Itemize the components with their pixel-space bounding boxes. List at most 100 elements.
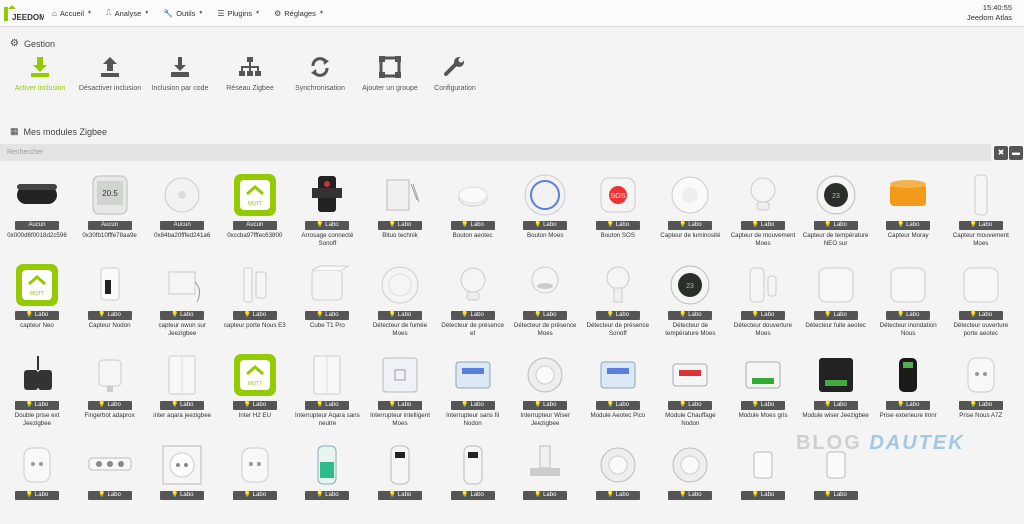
- module-card[interactable]: 💡 Labo: [220, 438, 290, 524]
- module-card[interactable]: 💡 Labo Détecteur fuite aeotec: [801, 258, 871, 344]
- module-image: [377, 442, 423, 488]
- module-card[interactable]: 💡 Labo Capteur mouvement Moes: [946, 168, 1016, 254]
- nav-item-accueil[interactable]: ⌂ Accueil ▼: [52, 9, 92, 18]
- module-image: [304, 352, 350, 398]
- tile-r-seau-zigbee[interactable]: Réseau Zigbee: [210, 56, 290, 93]
- lightbulb-icon: 💡: [751, 402, 761, 408]
- lightbulb-icon: 💡: [679, 312, 689, 318]
- tile-synchronisation[interactable]: Synchronisation: [280, 56, 360, 93]
- module-card[interactable]: 💡 Labo Interrupteur Wiser Jeezigbee: [510, 348, 580, 434]
- module-card[interactable]: 💡 Labo: [438, 438, 508, 524]
- module-object-badge: 💡 Labo: [886, 401, 931, 410]
- module-card[interactable]: 💡 Labo Détecteur inondation Nous: [873, 258, 943, 344]
- module-card[interactable]: Aucun 0x000d6f0018d2c596: [2, 168, 72, 254]
- module-card[interactable]: 💡 Labo Interrupteur Aqara sans neutre: [292, 348, 362, 434]
- system-name[interactable]: Jeedom Atlas: [967, 13, 1012, 23]
- lightbulb-icon: 💡: [969, 402, 979, 408]
- clear-search-button[interactable]: ✖: [994, 146, 1008, 160]
- module-card[interactable]: 💡 Labo Détecteur ouverture porte aeotec: [946, 258, 1016, 344]
- module-card[interactable]: 💡 Labo Interrupteur sans fil Nodon: [438, 348, 508, 434]
- module-card[interactable]: 💡 Labo Capteur de mouvement Moes: [728, 168, 798, 254]
- module-card[interactable]: 💡 Labo: [365, 438, 435, 524]
- module-card[interactable]: 💡 Labo Détecteur de présence et: [438, 258, 508, 344]
- module-card[interactable]: MQTT 💡 Labo capteur Neo: [2, 258, 72, 344]
- module-card[interactable]: 💡 Labo: [655, 438, 725, 524]
- chevron-down-icon: ▼: [87, 10, 92, 16]
- module-card[interactable]: 23 💡 Labo Détecteur de température Moes: [655, 258, 725, 344]
- module-card[interactable]: 💡 Labo Fingerbot adaprox: [75, 348, 145, 434]
- badge-label: Labo: [615, 312, 630, 318]
- nav-item-analyse[interactable]: ⎍ Analyse ▼: [106, 8, 149, 18]
- badge-label: Labo: [397, 222, 412, 228]
- nav-item-plugins[interactable]: ☰ Plugins ▼: [217, 9, 260, 18]
- module-card[interactable]: 💡 Labo Module wiser Jeezigbee: [801, 348, 871, 434]
- module-card[interactable]: SOS 💡 Labo Bouton SOS: [583, 168, 653, 254]
- module-card[interactable]: 💡 Labo Module Aeotec Pico: [583, 348, 653, 434]
- module-card[interactable]: 💡 Labo Prise exterieure lmnr: [873, 348, 943, 434]
- module-name: Module Aeotec Pico: [590, 412, 646, 419]
- module-card[interactable]: 💡 Labo Capteur Moray: [873, 168, 943, 254]
- module-card[interactable]: 💡 Labo Bouton aeotec: [438, 168, 508, 254]
- module-image: [377, 352, 423, 398]
- module-card[interactable]: 💡 Labo capteur owon sur Jeezigbee: [147, 258, 217, 344]
- nav-label: Accueil: [59, 8, 85, 18]
- module-card[interactable]: Aucun 0x84ba20fffed241a6: [147, 168, 217, 254]
- badge-label: Labo: [760, 222, 775, 228]
- badge-label: Labo: [760, 312, 775, 318]
- badge-label: Labo: [543, 492, 557, 498]
- chevron-down-icon: ▼: [255, 10, 261, 16]
- module-card[interactable]: 💡 Labo Interrupteur intelligent Moes: [365, 348, 435, 434]
- module-object-badge: 💡 Labo: [813, 311, 858, 320]
- jeedom-logo[interactable]: JEEDOM: [4, 3, 44, 23]
- module-card[interactable]: MQTT Aucun 0xccba97fffec63800: [220, 168, 290, 254]
- module-card[interactable]: 💡 Labo Capteur de luminosité: [655, 168, 725, 254]
- nav-item-outils[interactable]: 🔧 Outils ▼: [163, 9, 203, 18]
- module-card[interactable]: 💡 Labo: [583, 438, 653, 524]
- module-card[interactable]: 💡 Labo Arrosage connecté Sonoff: [292, 168, 362, 254]
- module-card[interactable]: 💡 Labo Bouton Moes: [510, 168, 580, 254]
- tile-activer-inclusion[interactable]: Activer inclusion: [0, 56, 80, 93]
- module-card[interactable]: 💡 Labo: [728, 438, 798, 524]
- badge-label: Labo: [397, 402, 412, 408]
- module-card[interactable]: 💡 Labo Module Chauffage Nodon: [655, 348, 725, 434]
- module-card[interactable]: 💡 Labo: [510, 438, 580, 524]
- module-card[interactable]: 💡 Labo Module Moes gris: [728, 348, 798, 434]
- gear-icon: ⚙: [10, 38, 19, 49]
- module-card[interactable]: 💡 Labo Détecteur douverture Moes: [728, 258, 798, 344]
- module-card[interactable]: 💡 Labo Double prise ext Jeezigbee: [2, 348, 72, 434]
- lightbulb-icon: 💡: [533, 402, 544, 408]
- module-card[interactable]: 💡 Labo Détecteur de présence Sonoff: [583, 258, 653, 344]
- tile-inclusion-par-code[interactable]: Inclusion par code: [140, 56, 220, 93]
- module-card[interactable]: 20.5 Aucun 0x30fb10fffe78aa9e: [75, 168, 145, 254]
- table-icon: ▦: [10, 126, 19, 136]
- module-card[interactable]: 💡 Labo Cube T1 Pro: [292, 258, 362, 344]
- module-card[interactable]: 💡 Labo: [2, 438, 72, 524]
- module-card[interactable]: 💡 Labo: [147, 438, 217, 524]
- nav-item-réglages[interactable]: ⚙ Réglages ▼: [274, 9, 324, 18]
- module-name: 0x30fb10fffe78aa9e: [82, 232, 137, 239]
- tile-configuration[interactable]: Configuration: [415, 56, 495, 93]
- lightbulb-icon: 💡: [969, 312, 979, 318]
- module-card[interactable]: 💡 Labo Prise Nous A7Z: [946, 348, 1016, 434]
- lightbulb-icon: 💡: [25, 402, 35, 408]
- module-card[interactable]: 💡 Labo inter aqara jeezigbee: [147, 348, 217, 434]
- toggle-view-button[interactable]: ▬: [1009, 146, 1023, 160]
- module-name: Prise Nous A7Z: [959, 412, 1003, 419]
- module-card[interactable]: 💡 Labo: [75, 438, 145, 524]
- tile-d-sactiver-inclusion[interactable]: Désactiver inclusion: [70, 56, 150, 93]
- module-card[interactable]: 💡 Labo: [292, 438, 362, 524]
- module-object-badge: 💡 Labo: [741, 401, 785, 410]
- module-card[interactable]: 💡 Labo capteur porte Nous E3: [220, 258, 290, 344]
- clock: 15:40:55 Jeedom Atlas: [967, 3, 1012, 23]
- module-card[interactable]: MQTT 💡 Labo Inter H2 EU: [220, 348, 290, 434]
- module-card[interactable]: 💡 Labo Détecteur de fumée Moes: [365, 258, 435, 344]
- module-card[interactable]: 💡 Labo Capteur Nodon: [75, 258, 145, 344]
- search-input[interactable]: Rechercher: [0, 144, 991, 161]
- badge-label: Labo: [470, 222, 484, 228]
- module-card[interactable]: 💡 Labo Détecteur de présence Moes: [510, 258, 580, 344]
- module-card[interactable]: 💡 Labo Bituo technik: [365, 168, 435, 254]
- module-card[interactable]: 23 💡 Labo Capteur de température NEO sur: [801, 168, 871, 254]
- module-name: Capteur mouvement Moes: [952, 232, 1009, 247]
- home-icon: ⌂: [52, 8, 57, 18]
- module-image: [304, 172, 350, 218]
